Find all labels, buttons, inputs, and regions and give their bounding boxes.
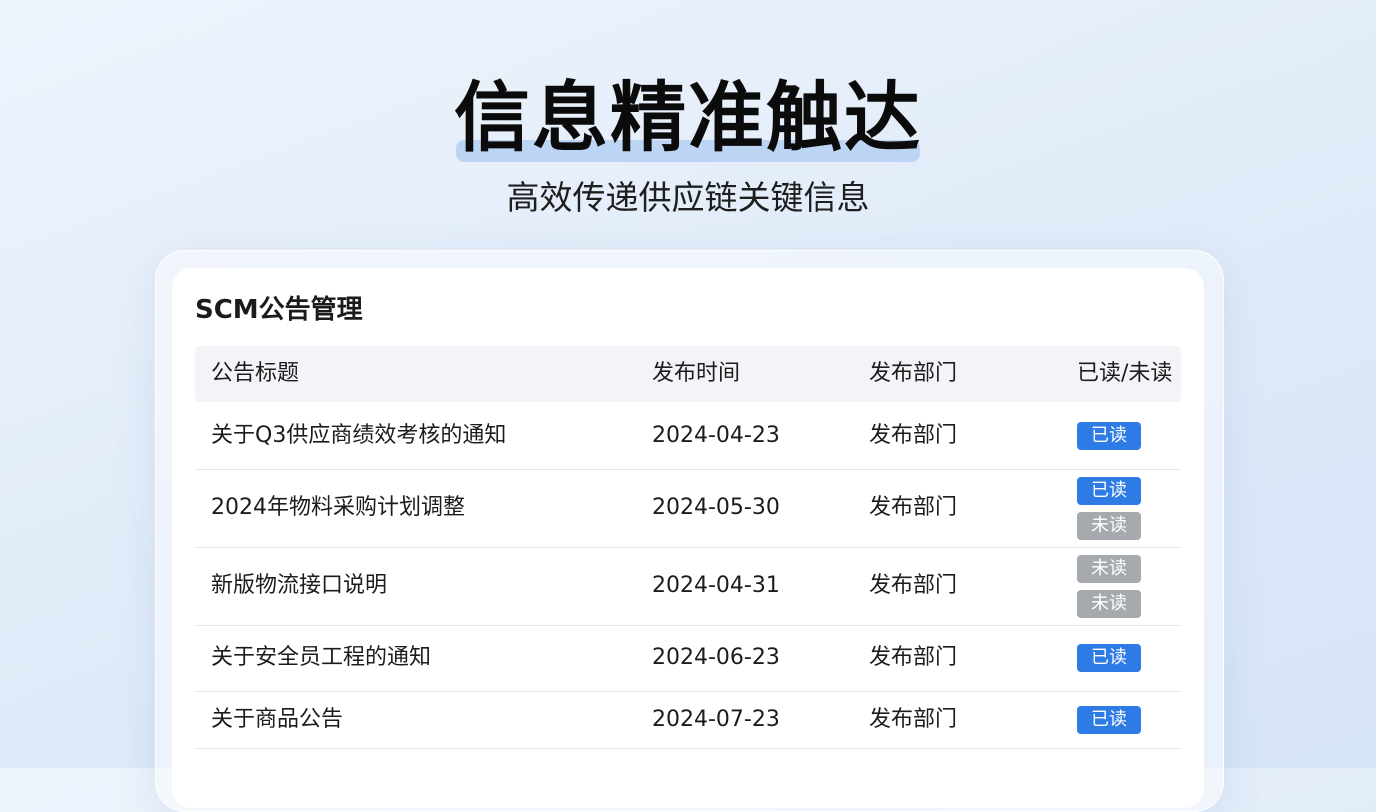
panel-title: SCM公告管理 [195, 295, 363, 325]
column-header-date[interactable]: 发布时间 [652, 346, 740, 402]
read-status: 已读 [1077, 422, 1141, 450]
read-status: 已读 [1077, 644, 1141, 672]
column-header-status[interactable]: 已读/未读 [1077, 346, 1172, 402]
publish-dept: 发布部门 [869, 645, 958, 670]
read-badge[interactable]: 已读 [1077, 705, 1141, 734]
unread-badge[interactable]: 未读 [1077, 511, 1141, 540]
table-header: 公告标题 发布时间 发布部门 已读/未读 [195, 346, 1181, 402]
announcement-title[interactable]: 新版物流接口说明 [211, 571, 387, 601]
read-status: 已读 [1077, 705, 1141, 734]
publish-dept: 发布部门 [869, 573, 958, 598]
read-badge[interactable]: 已读 [1077, 476, 1141, 505]
read-status: 未读 未读 [1077, 554, 1141, 618]
publish-dept: 发布部门 [869, 706, 958, 732]
publish-date: 2024-06-23 [652, 645, 780, 670]
announcement-title[interactable]: 关于商品公告 [211, 705, 343, 735]
publish-date: 2024-07-23 [652, 706, 780, 732]
unread-badge[interactable]: 未读 [1077, 589, 1141, 618]
column-header-dept[interactable]: 发布部门 [869, 346, 957, 402]
hero-title-block: 信息精准触达 [0, 76, 1376, 166]
table-row[interactable]: 关于安全员工程的通知 2024-06-23 发布部门 已读 [195, 625, 1181, 692]
table-row[interactable]: 2024年物料采购计划调整 2024-05-30 发布部门 已读未读 [195, 469, 1181, 548]
publish-date: 2024-04-31 [652, 573, 780, 598]
publish-date: 2024-05-30 [652, 495, 780, 520]
publish-date: 2024-04-23 [652, 423, 780, 448]
publish-dept: 发布部门 [869, 495, 958, 520]
unread-badge[interactable]: 未读 [1077, 554, 1141, 583]
table-row[interactable]: 关于Q3供应商绩效考核的通知 2024-04-23 发布部门 已读 [195, 403, 1181, 470]
announcement-title[interactable]: 关于Q3供应商绩效考核的通知 [211, 421, 506, 451]
read-badge[interactable]: 已读 [1077, 422, 1141, 450]
announcement-title[interactable]: 2024年物料采购计划调整 [211, 493, 465, 523]
hero-title: 信息精准触达 [454, 73, 922, 162]
table-row[interactable]: 关于商品公告 2024-07-23 发布部门 已读 [195, 691, 1181, 749]
hero-subtitle: 高效传递供应链关键信息 [506, 178, 870, 217]
table-row[interactable]: 新版物流接口说明 2024-04-31 发布部门 未读 未读 [195, 547, 1181, 626]
read-status: 已读 未读 [1077, 476, 1141, 540]
column-header-title[interactable]: 公告标题 [211, 346, 299, 402]
announcement-title[interactable]: 关于安全员工程的通知 [211, 643, 431, 673]
publish-dept: 发布部门 [869, 423, 958, 448]
read-badge[interactable]: 已读 [1077, 644, 1141, 672]
